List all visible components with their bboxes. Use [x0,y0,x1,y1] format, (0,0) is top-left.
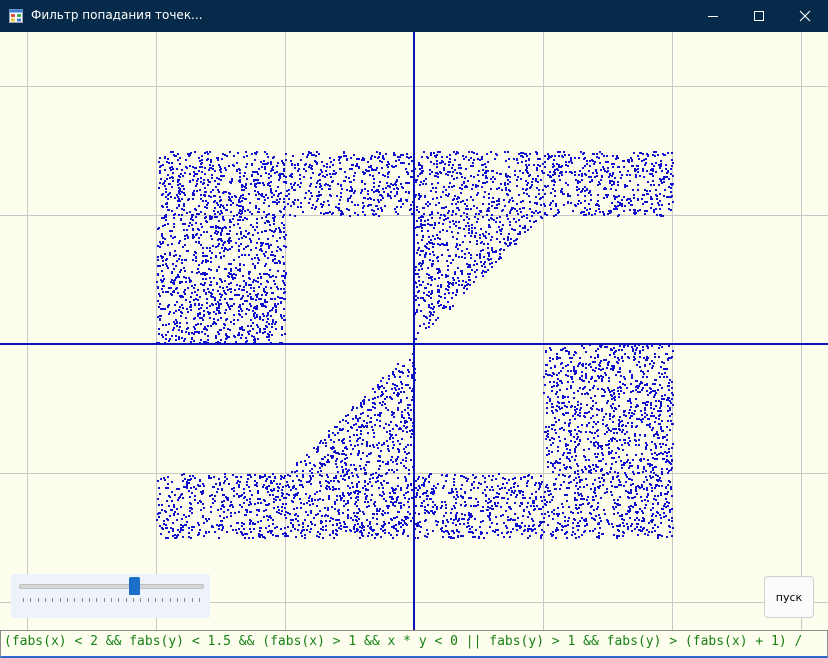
window-title: Фильтр попадания точек... [31,8,203,22]
slider-ticks [23,598,200,602]
formula-input[interactable]: (fabs(x) < 2 && fabs(y) < 1.5 && (fabs(x… [0,630,828,658]
start-button[interactable]: пуск [764,576,814,618]
maximize-button[interactable] [736,0,782,32]
minimize-icon [708,16,718,17]
maximize-icon [754,11,764,21]
window-app-icon [9,9,23,23]
window-titlebar: Фильтр попадания точек... [0,0,828,32]
minimize-button[interactable] [690,0,736,32]
slider-thumb[interactable] [129,577,140,595]
close-button[interactable] [782,0,828,32]
close-icon [799,10,811,22]
slider-track[interactable] [19,584,204,589]
plot-canvas[interactable] [0,32,828,630]
slider-panel [11,574,210,618]
axes [0,32,828,630]
